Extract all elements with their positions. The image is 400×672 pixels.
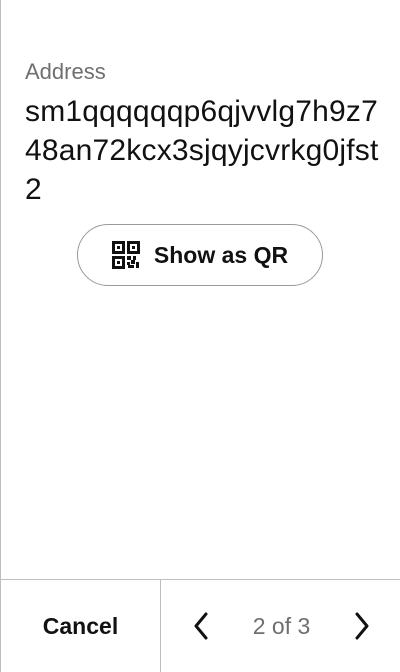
page-indicator: 2 of 3 (252, 612, 311, 639)
footer-bar: Cancel 2 of 3 (1, 579, 400, 672)
pager: 2 of 3 (161, 580, 400, 672)
chevron-left-icon[interactable] (189, 610, 213, 642)
chevron-right-icon[interactable] (350, 610, 374, 642)
show-as-qr-label: Show as QR (153, 241, 289, 268)
show-as-qr-button[interactable]: Show as QR (77, 224, 323, 286)
address-value: sm1qqqqqqp6qjvvlg7h9z748an72kcx3sjqyjcvr… (25, 95, 379, 206)
qr-code-icon (111, 241, 140, 269)
address-label: Address (25, 59, 106, 84)
address-screen: Address sm1qqqqqqp6qjvvlg7h9z748an72kcx3… (0, 0, 400, 672)
cancel-button[interactable]: Cancel (1, 580, 161, 672)
address-section: Address sm1qqqqqqp6qjvvlg7h9z748an72kcx3… (25, 58, 385, 209)
